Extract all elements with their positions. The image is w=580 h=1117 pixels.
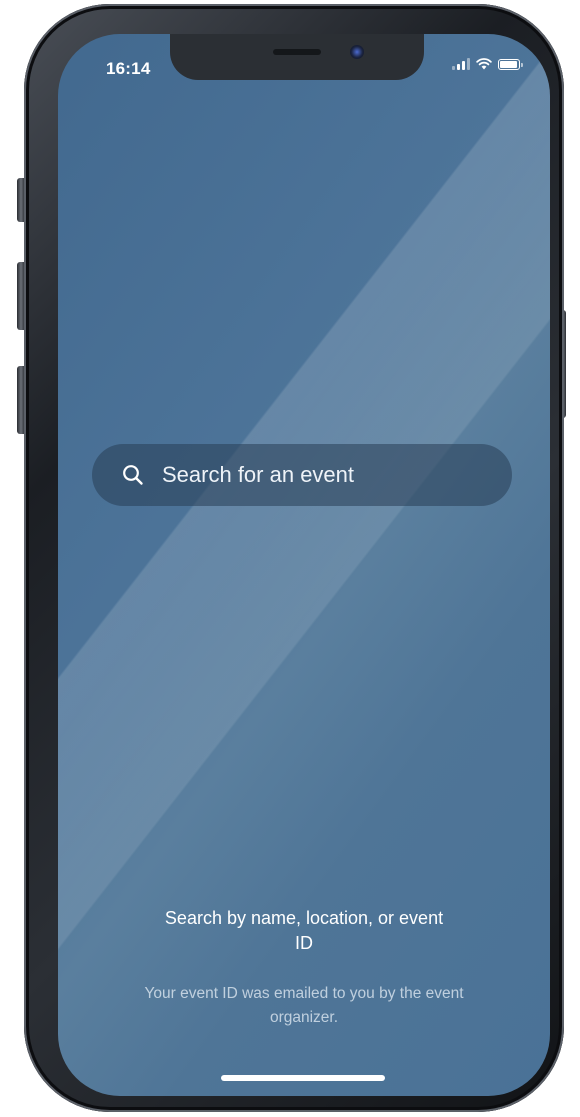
battery-level — [500, 60, 517, 68]
battery-icon — [498, 58, 523, 70]
status-time: 16:14 — [106, 59, 151, 78]
search-help-title: Search by name, location, or event ID — [164, 908, 444, 953]
search-input[interactable] — [160, 461, 494, 489]
speaker-grille — [273, 49, 321, 55]
device-mockup: 16:14 Search by name — [0, 0, 580, 1117]
notch — [170, 34, 424, 80]
wifi-icon — [476, 58, 492, 70]
home-indicator[interactable] — [221, 1075, 385, 1081]
front-camera — [350, 45, 364, 59]
cellular-signal-icon — [452, 58, 470, 70]
search-bar[interactable] — [92, 444, 512, 506]
app-screen: 16:14 Search by name — [58, 34, 550, 1096]
search-icon — [123, 465, 143, 485]
status-icons — [452, 58, 523, 70]
search-help-subtitle: Your event ID was emailed to you by the … — [144, 985, 464, 1026]
